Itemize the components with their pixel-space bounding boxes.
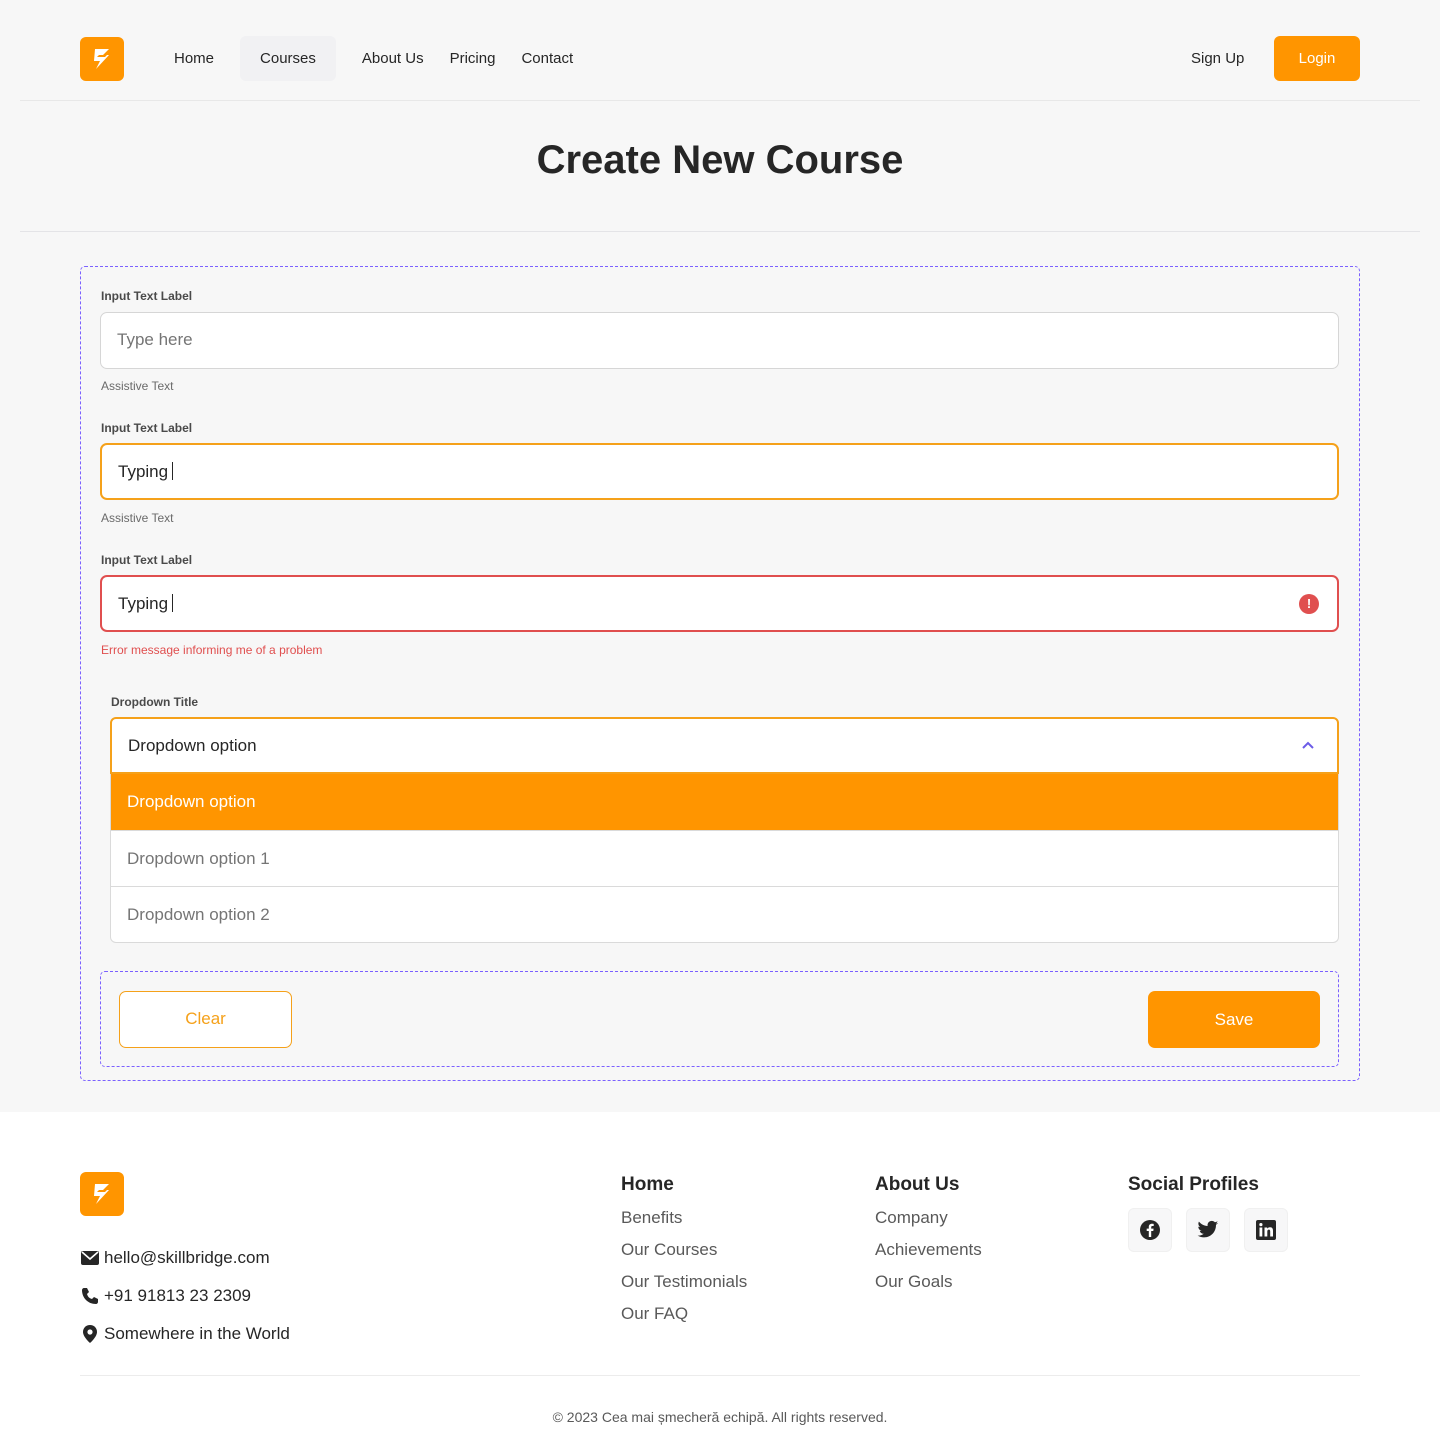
footer-link-our-faq[interactable]: Our FAQ bbox=[621, 1304, 747, 1336]
contact-email[interactable]: hello@skillbridge.com bbox=[80, 1248, 270, 1268]
mail-icon bbox=[80, 1248, 100, 1268]
footer-col-social: Social Profiles bbox=[1128, 1174, 1302, 1252]
field-label: Input Text Label bbox=[101, 289, 193, 303]
sign-up-link[interactable]: Sign Up bbox=[1191, 36, 1244, 81]
save-button[interactable]: Save bbox=[1148, 991, 1320, 1048]
divider bbox=[20, 231, 1420, 232]
footer-link-our-courses[interactable]: Our Courses bbox=[621, 1240, 747, 1272]
footer-link-our-testimonials[interactable]: Our Testimonials bbox=[621, 1272, 747, 1304]
text-input-empty[interactable]: Type here bbox=[100, 312, 1339, 369]
field-label: Input Text Label bbox=[101, 421, 193, 435]
footer-link-achievements[interactable]: Achievements bbox=[875, 1240, 982, 1272]
facebook-icon[interactable] bbox=[1128, 1208, 1172, 1252]
phone-icon bbox=[80, 1286, 100, 1306]
nav-pricing[interactable]: Pricing bbox=[450, 36, 496, 81]
dropdown-option-selected[interactable]: Dropdown option bbox=[111, 774, 1338, 830]
page-title: Create New Course bbox=[536, 138, 904, 182]
twitter-icon[interactable] bbox=[1186, 1208, 1230, 1252]
chevron-up-icon bbox=[1302, 741, 1314, 749]
site-footer: hello@skillbridge.com +91 91813 23 2309 … bbox=[0, 1112, 1440, 1447]
field-label: Input Text Label bbox=[101, 553, 193, 567]
site-header: Home Courses About Us Pricing Contact Si… bbox=[20, 0, 1420, 101]
location-text: Somewhere in the World bbox=[104, 1324, 290, 1343]
skillbridge-logo-icon[interactable] bbox=[80, 37, 124, 81]
footer-link-company[interactable]: Company bbox=[875, 1208, 982, 1240]
footer-link-benefits[interactable]: Benefits bbox=[621, 1208, 747, 1240]
footer-col-title: Social Profiles bbox=[1128, 1174, 1259, 1195]
dropdown-title: Dropdown Title bbox=[111, 695, 199, 709]
footer-link-our-goals[interactable]: Our Goals bbox=[875, 1272, 982, 1304]
skillbridge-logo-icon[interactable] bbox=[80, 1172, 124, 1216]
error-message: Error message informing me of a problem bbox=[101, 643, 323, 657]
dropdown-option[interactable]: Dropdown option 2 bbox=[111, 886, 1338, 942]
dropdown-option[interactable]: Dropdown option 1 bbox=[111, 830, 1338, 886]
dropdown-selected-value: Dropdown option bbox=[128, 736, 257, 755]
assistive-text: Assistive Text bbox=[101, 379, 174, 393]
footer-col-title: About Us bbox=[875, 1174, 960, 1195]
footer-col-title: Home bbox=[621, 1174, 674, 1195]
error-icon: ! bbox=[1299, 594, 1319, 614]
input-value: Typing bbox=[118, 594, 169, 613]
location-pin-icon bbox=[80, 1324, 100, 1344]
dropdown-menu: Dropdown option Dropdown option 1 Dropdo… bbox=[110, 774, 1339, 943]
contact-phone[interactable]: +91 91813 23 2309 bbox=[80, 1286, 251, 1306]
footer-col-home: Home Benefits Our Courses Our Testimonia… bbox=[621, 1174, 747, 1336]
text-caret bbox=[172, 462, 174, 481]
form-actions: Clear Save bbox=[100, 971, 1339, 1067]
linkedin-icon[interactable] bbox=[1244, 1208, 1288, 1252]
input-value: Typing bbox=[118, 462, 169, 481]
text-caret bbox=[172, 594, 174, 613]
text-input-error[interactable]: Typing ! bbox=[100, 575, 1339, 632]
clear-button[interactable]: Clear bbox=[119, 991, 292, 1048]
course-form: Input Text Label Type here Assistive Tex… bbox=[80, 266, 1360, 1081]
email-text: hello@skillbridge.com bbox=[104, 1248, 270, 1267]
dropdown-select[interactable]: Dropdown option bbox=[110, 717, 1339, 774]
nav-contact[interactable]: Contact bbox=[521, 36, 573, 81]
nav-courses[interactable]: Courses bbox=[240, 36, 336, 81]
copyright-text: © 2023 Cea mai șmecheră echipă. All righ… bbox=[552, 1409, 888, 1425]
nav-about-us[interactable]: About Us bbox=[362, 36, 424, 81]
text-input-focused[interactable]: Typing bbox=[100, 443, 1339, 500]
footer-divider bbox=[80, 1375, 1360, 1376]
assistive-text: Assistive Text bbox=[101, 511, 174, 525]
phone-text: +91 91813 23 2309 bbox=[104, 1286, 252, 1305]
main-nav: Home Courses About Us Pricing Contact bbox=[154, 36, 599, 81]
footer-col-about: About Us Company Achievements Our Goals bbox=[875, 1174, 982, 1304]
login-button[interactable]: Login bbox=[1274, 36, 1360, 81]
contact-location: Somewhere in the World bbox=[80, 1324, 290, 1344]
nav-home[interactable]: Home bbox=[154, 36, 234, 81]
